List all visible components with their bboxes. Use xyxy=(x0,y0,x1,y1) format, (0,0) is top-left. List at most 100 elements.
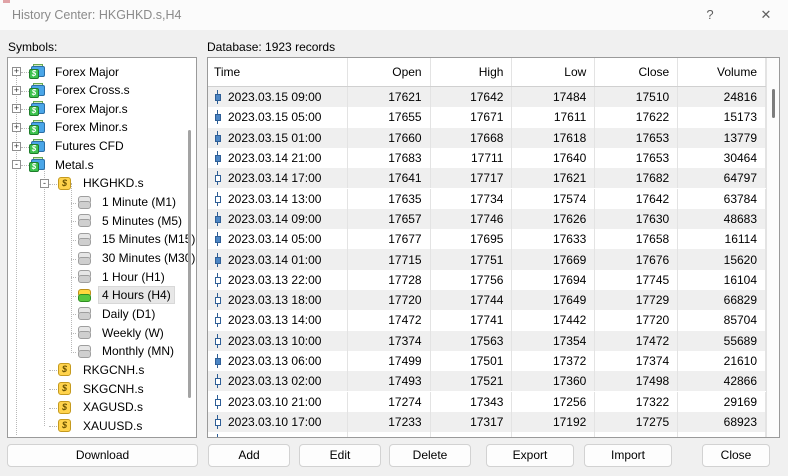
candle-icon xyxy=(214,151,221,165)
import-button[interactable]: Import xyxy=(584,444,672,467)
table-row[interactable]: 2023.03.13 10:00 17374 17563 17354 17472… xyxy=(208,331,766,351)
tree-connector xyxy=(49,425,57,427)
cell-time: 2023.03.13 10:00 xyxy=(228,334,321,348)
table-row[interactable]: 2023.03.13 06:00 17499 17501 17372 17374… xyxy=(208,351,766,371)
cell-open: 17660 xyxy=(348,128,431,148)
tree-item[interactable]: 4 Hours (H4) xyxy=(8,286,197,305)
edit-button[interactable]: Edit xyxy=(299,444,381,467)
table-row[interactable]: 2023.03.14 13:00 17635 17734 17574 17642… xyxy=(208,189,766,209)
cell-volume: 13779 xyxy=(678,128,766,148)
expand-toggle-icon[interactable]: - xyxy=(12,160,21,169)
delete-button[interactable]: Delete xyxy=(389,444,471,467)
column-header-close[interactable]: Close xyxy=(595,58,678,86)
cell-close: 17720 xyxy=(595,310,678,330)
table-row[interactable]: 2023.03.10 17:00 17233 17317 17192 17275… xyxy=(208,412,766,432)
table-row[interactable]: 2023.03.15 09:00 17621 17642 17484 17510… xyxy=(208,87,766,107)
column-header-volume[interactable]: Volume xyxy=(678,58,766,86)
cell-low: 17574 xyxy=(512,189,595,209)
tree-item[interactable]: + $ Futures CFD xyxy=(8,137,197,156)
cell-volume: 66829 xyxy=(678,290,766,310)
table-row[interactable]: 2023.03.10 21:00 17274 17343 17256 17322… xyxy=(208,392,766,412)
candle-icon xyxy=(214,232,221,246)
table-row[interactable]: 2023.03.14 21:00 17683 17711 17640 17653… xyxy=(208,148,766,168)
cell-high: 17668 xyxy=(431,128,513,148)
tree-item[interactable]: 30 Minutes (M30) xyxy=(8,249,197,268)
expand-toggle-icon[interactable]: + xyxy=(12,142,21,151)
tree-connector xyxy=(21,164,29,166)
tree-item[interactable]: 5 Minutes (M5) xyxy=(8,211,197,230)
expand-toggle-icon[interactable]: - xyxy=(40,179,49,188)
tree-item-label: Weekly (W) xyxy=(99,325,167,341)
candle-icon xyxy=(214,90,221,104)
candle-icon xyxy=(214,212,221,226)
cell-open: 17472 xyxy=(348,310,431,330)
column-header-low[interactable]: Low xyxy=(512,58,595,86)
table-row[interactable]: 2023.03.15 01:00 17660 17668 17618 17653… xyxy=(208,128,766,148)
column-header-high[interactable]: High xyxy=(431,58,513,86)
table-row[interactable]: 2023.03.13 18:00 17720 17744 17649 17729… xyxy=(208,290,766,310)
tree-item[interactable]: 15 Minutes (M15) xyxy=(8,230,197,249)
expand-toggle-icon[interactable]: + xyxy=(12,123,21,132)
table-row[interactable]: 2023.03.13 22:00 17728 17756 17694 17745… xyxy=(208,270,766,290)
table-scrollbar-track[interactable] xyxy=(766,58,779,437)
folder-dollar-icon: $ xyxy=(29,120,46,135)
table-row[interactable]: 2023.03.14 17:00 17641 17717 17621 17682… xyxy=(208,168,766,188)
column-header-time[interactable]: Time xyxy=(208,58,348,86)
column-header-open[interactable]: Open xyxy=(348,58,431,86)
tree-item[interactable]: $ RKGCNH.s xyxy=(8,360,197,379)
table-row[interactable]: 2023.03.14 09:00 17657 17746 17626 17630… xyxy=(208,209,766,229)
expand-toggle-icon[interactable]: + xyxy=(12,104,21,113)
add-button[interactable]: Add xyxy=(208,444,290,467)
expand-toggle-icon[interactable]: + xyxy=(12,67,21,76)
table-row-partial[interactable] xyxy=(208,432,766,437)
tree-item-label: Futures CFD xyxy=(52,138,127,154)
tree-scrollbar-thumb[interactable] xyxy=(188,130,191,398)
tree-item-label: Forex Minor.s xyxy=(52,119,131,135)
tree-item-label: Forex Major.s xyxy=(52,101,131,117)
table-row[interactable]: 2023.03.13 02:00 17493 17521 17360 17498… xyxy=(208,371,766,391)
candle-icon xyxy=(214,192,221,206)
cell-time: 2023.03.13 14:00 xyxy=(228,313,321,327)
tree-item[interactable]: 1 Minute (M1) xyxy=(8,193,197,212)
table-row[interactable]: 2023.03.14 05:00 17677 17695 17633 17658… xyxy=(208,229,766,249)
expand-toggle-icon[interactable]: + xyxy=(12,86,21,95)
window-title: History Center: HKGHKD.s,H4 xyxy=(12,8,181,22)
tree-item[interactable]: + $ Forex Major xyxy=(8,62,197,81)
candle-icon xyxy=(214,273,221,287)
cell-open xyxy=(348,432,431,437)
tree-item[interactable]: Weekly (W) xyxy=(8,323,197,342)
table-row[interactable]: 2023.03.14 01:00 17715 17751 17669 17676… xyxy=(208,249,766,269)
close-button[interactable]: Close xyxy=(702,444,770,467)
tree-item[interactable]: - $ Metal.s xyxy=(8,155,197,174)
close-icon[interactable]: ✕ xyxy=(754,4,778,26)
tree-item[interactable]: Monthly (MN) xyxy=(8,342,197,361)
tree-item[interactable]: $ XAGUSD.s xyxy=(8,398,197,417)
tree-item[interactable]: + $ Forex Minor.s xyxy=(8,118,197,137)
export-button[interactable]: Export xyxy=(486,444,574,467)
download-button[interactable]: Download xyxy=(7,444,198,467)
tree-connector xyxy=(49,183,57,185)
table-row[interactable]: 2023.03.15 05:00 17655 17671 17611 17622… xyxy=(208,107,766,127)
tree-item[interactable]: $ SKGCNH.s xyxy=(8,379,197,398)
cell-open: 17374 xyxy=(348,331,431,351)
cell-close: 17658 xyxy=(595,229,678,249)
table-row[interactable]: 2023.03.13 14:00 17472 17741 17442 17720… xyxy=(208,310,766,330)
symbol-dollar-icon: $ xyxy=(57,381,74,396)
tree-item[interactable]: + $ Oil.s xyxy=(8,435,197,438)
tree-item[interactable]: + $ Forex Cross.s xyxy=(8,81,197,100)
table-scrollbar-thumb[interactable] xyxy=(772,89,775,118)
cell-open: 17641 xyxy=(348,168,431,188)
tree-item[interactable]: $ XAUUSD.s xyxy=(8,416,197,435)
candle-icon xyxy=(214,313,221,327)
timeframe-db-icon xyxy=(76,195,93,210)
cell-time: 2023.03.14 09:00 xyxy=(228,212,321,226)
tree-item-label: 15 Minutes (M15) xyxy=(99,231,197,247)
cell-close: 17498 xyxy=(595,371,678,391)
tree-item[interactable]: 1 Hour (H1) xyxy=(8,267,197,286)
help-icon[interactable]: ? xyxy=(698,4,722,26)
tree-item[interactable]: Daily (D1) xyxy=(8,304,197,323)
tree-item[interactable]: - $ HKGHKD.s xyxy=(8,174,197,193)
cell-close: 17682 xyxy=(595,168,678,188)
tree-item[interactable]: + $ Forex Major.s xyxy=(8,99,197,118)
cell-high: 17746 xyxy=(431,209,513,229)
